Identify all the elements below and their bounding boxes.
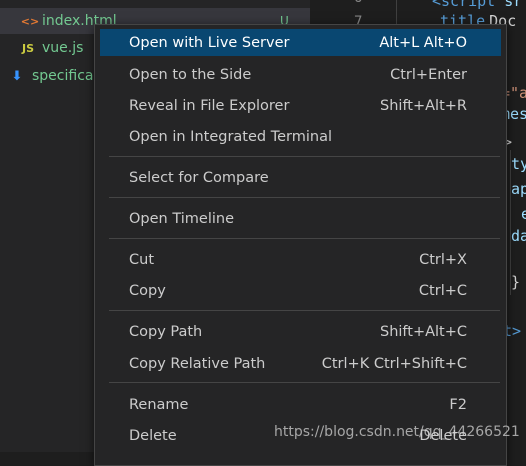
keyboard-shortcut: Ctrl+K Ctrl+Shift+C [321,355,467,372]
keyboard-shortcut: Alt+L Alt+O [379,34,467,51]
menu-item-cut[interactable]: Cut Ctrl+X [100,246,501,273]
menu-item-open-to-the-side[interactable]: Open to the Side Ctrl+Enter [100,61,501,88]
keyboard-shortcut: Ctrl+Enter [390,66,467,83]
menu-item-open-in-integrated-terminal[interactable]: Open in Integrated Terminal [100,123,501,150]
code-line: da [511,227,526,245]
menu-item-copy-path[interactable]: Copy Path Shift+Alt+C [100,318,501,345]
keyboard-shortcut: F2 [449,396,467,413]
download-file-icon: ⬇ [11,68,23,84]
code-line: ty [511,155,526,173]
menu-item-select-for-compare[interactable]: Select for Compare [100,164,501,191]
code-line: } [511,273,521,291]
menu-item-reveal-in-file-explorer[interactable]: Reveal in File Explorer Shift+Alt+R [100,92,501,119]
keyboard-shortcut: Ctrl+X [419,251,467,268]
code-line: e [521,205,526,223]
menu-separator [109,310,500,311]
html-file-icon: <> [20,14,40,28]
keyboard-shortcut: Ctrl+C [418,282,467,299]
menu-separator [109,156,500,157]
code-line: ap [511,180,526,198]
file-name: specifica [32,68,94,84]
menu-item-open-with-live-server[interactable]: Open with Live Server Alt+L Alt+O [100,29,501,56]
line-number: 6 [354,0,362,6]
menu-separator [109,382,500,383]
menu-item-open-timeline[interactable]: Open Timeline [100,205,501,232]
menu-item-rename[interactable]: Rename F2 [100,391,501,418]
keyboard-shortcut: Shift+Alt+C [379,323,467,340]
context-menu: Open with Live Server Alt+L Alt+O Open t… [94,24,507,466]
menu-separator [109,238,500,239]
file-name: vue.js [42,40,84,56]
menu-item-copy-relative-path[interactable]: Copy Relative Path Ctrl+K Ctrl+Shift+C [100,350,501,377]
javascript-file-icon: JS [21,41,34,55]
code-line: <script sr [432,0,523,10]
keyboard-shortcut: Shift+Alt+R [380,97,467,114]
menu-item-copy[interactable]: Copy Ctrl+C [100,277,501,304]
menu-separator [109,197,500,198]
watermark: https://blog.csdn.net/qq_44266521 [274,424,520,440]
